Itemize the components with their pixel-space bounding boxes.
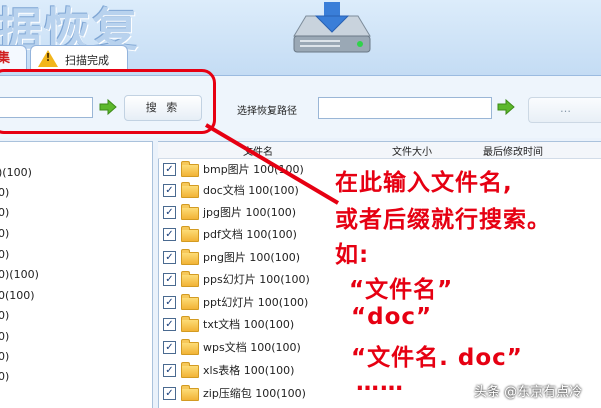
left-tree-item[interactable]: 0) xyxy=(0,248,9,261)
left-tree-item[interactable]: 0) xyxy=(0,350,9,363)
folder-icon xyxy=(181,249,199,265)
app-window: 据恢复 集 ! 扫描完成 搜 索 选择恢复路径 … )(100) 0) 0) 0… xyxy=(0,0,601,408)
folder-icon xyxy=(181,339,199,355)
column-header-name[interactable]: 文件名 xyxy=(243,143,273,158)
annotation-line: 或者后缀就行搜索。 xyxy=(335,207,551,233)
folder-icon xyxy=(181,204,199,220)
folder-icon xyxy=(181,316,199,332)
column-header-size[interactable]: 文件大小 xyxy=(392,143,432,158)
row-checkbox[interactable]: ✓ xyxy=(163,273,176,286)
warning-mark: ! xyxy=(45,51,51,64)
left-tree-item[interactable]: )(100) xyxy=(0,166,32,179)
annotation-line: 如: xyxy=(335,242,370,268)
row-checkbox[interactable]: ✓ xyxy=(163,251,176,264)
row-label: ppt幻灯片 100(100) xyxy=(203,296,309,309)
row-label: doc文档 100(100) xyxy=(203,184,299,197)
row-label: wps文档 100(100) xyxy=(203,341,301,354)
left-tree-item[interactable]: 0) xyxy=(0,227,9,240)
folder-icon xyxy=(181,294,199,310)
left-tree-item[interactable]: 0) xyxy=(0,206,9,219)
header-banner: 据恢复 集 ! 扫描完成 xyxy=(0,0,601,76)
annotation-line: 在此输入文件名, xyxy=(335,170,513,196)
tab-scan-label: 扫描完成 xyxy=(65,54,109,67)
row-label: zip压缩包 100(100) xyxy=(203,387,306,400)
row-checkbox[interactable]: ✓ xyxy=(163,341,176,354)
row-checkbox[interactable]: ✓ xyxy=(163,364,176,377)
path-go-arrow-icon[interactable] xyxy=(497,98,515,116)
folder-icon xyxy=(181,182,199,198)
left-tree-item[interactable]: 0(100) xyxy=(0,289,35,302)
hard-drive-icon xyxy=(293,2,371,53)
row-checkbox[interactable]: ✓ xyxy=(163,387,176,400)
recovery-path-input[interactable] xyxy=(318,97,492,119)
annotation-line: “文件名” xyxy=(349,277,454,303)
annotation-highlight-box xyxy=(0,69,216,134)
row-label: txt文档 100(100) xyxy=(203,318,295,331)
annotation-line: “doc” xyxy=(351,304,433,330)
tab-scan-complete[interactable]: ! 扫描完成 xyxy=(30,45,128,72)
folder-icon xyxy=(181,271,199,287)
row-label: jpg图片 100(100) xyxy=(203,206,297,219)
row-label: pdf文档 100(100) xyxy=(203,228,297,241)
browse-button[interactable]: … xyxy=(528,97,601,123)
row-checkbox[interactable]: ✓ xyxy=(163,228,176,241)
tab-left-label: 集 xyxy=(0,51,11,66)
annotation-line: …… xyxy=(356,370,404,396)
left-tree-item[interactable]: 0) xyxy=(0,370,9,383)
folder-icon xyxy=(181,226,199,242)
row-label: bmp图片 100(100) xyxy=(203,163,304,176)
row-label: png图片 100(100) xyxy=(203,251,301,264)
folder-icon xyxy=(181,362,199,378)
row-label: pps幻灯片 100(100) xyxy=(203,273,310,286)
left-tree-item[interactable]: 0)(100) xyxy=(0,268,39,281)
row-label: xls表格 100(100) xyxy=(203,364,295,377)
row-checkbox[interactable]: ✓ xyxy=(163,296,176,309)
row-checkbox[interactable]: ✓ xyxy=(163,206,176,219)
recovery-path-label: 选择恢复路径 xyxy=(237,106,297,117)
row-checkbox[interactable]: ✓ xyxy=(163,318,176,331)
annotation-line: “文件名. doc” xyxy=(351,345,523,371)
left-tree-item[interactable]: 0) xyxy=(0,309,9,322)
watermark-text: 头条 @东京有点冷 xyxy=(474,385,583,400)
left-tree-item[interactable]: 0) xyxy=(0,330,9,343)
column-header-modified[interactable]: 最后修改时间 xyxy=(483,143,543,158)
row-checkbox[interactable]: ✓ xyxy=(163,184,176,197)
folder-icon xyxy=(181,161,199,177)
folder-icon xyxy=(181,385,199,401)
row-checkbox[interactable]: ✓ xyxy=(163,163,176,176)
left-tree-item[interactable]: 0) xyxy=(0,186,9,199)
